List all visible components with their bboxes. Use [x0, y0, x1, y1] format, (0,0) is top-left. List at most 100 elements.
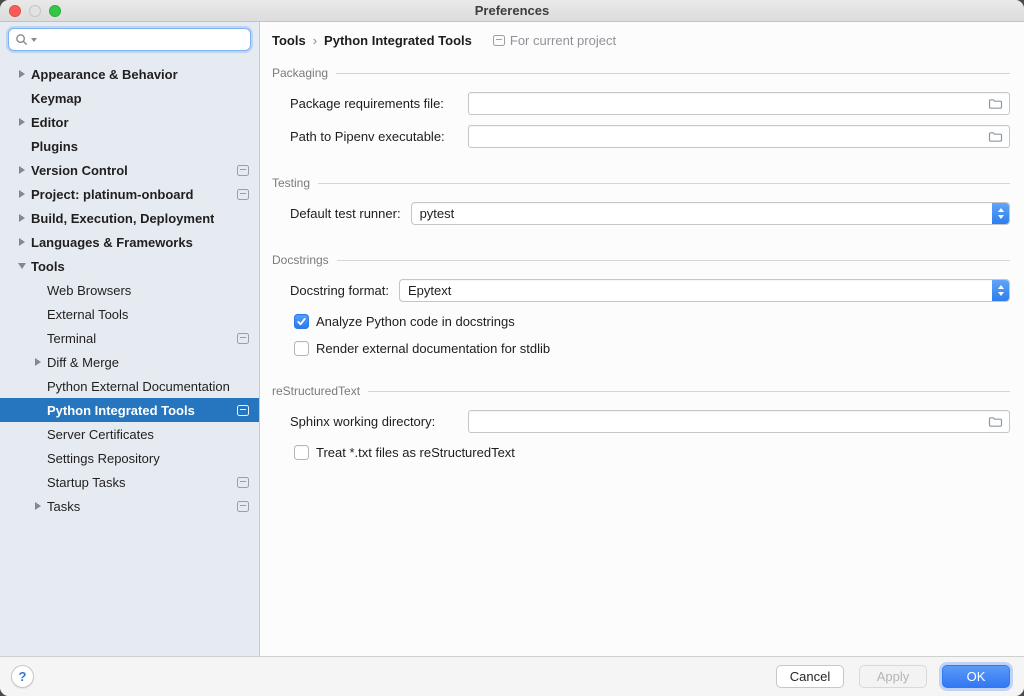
chevron-right-icon[interactable] [12, 238, 31, 246]
docstring-format-label: Docstring format: [290, 283, 389, 298]
package-requirements-field[interactable] [468, 92, 1010, 115]
chevron-right-icon[interactable] [12, 70, 31, 78]
sphinx-working-directory-label: Sphinx working directory: [290, 414, 458, 429]
section-title: reStructuredText [272, 384, 360, 398]
sidebar-item-appearance-behavior[interactable]: Appearance & Behavior [0, 62, 259, 86]
search-input[interactable] [40, 32, 244, 47]
titlebar: Preferences [0, 0, 1024, 22]
sidebar-item-editor[interactable]: Editor [0, 110, 259, 134]
sidebar-item-python-external-documentation[interactable]: Python External Documentation [0, 374, 259, 398]
cancel-button[interactable]: Cancel [776, 665, 844, 688]
section-divider [318, 183, 1010, 184]
help-button[interactable]: ? [11, 665, 34, 688]
per-project-settings-icon [237, 165, 249, 176]
footer-bar: ? Cancel Apply OK [0, 656, 1024, 696]
section-divider [336, 73, 1010, 74]
per-project-settings-icon [237, 501, 249, 512]
combo-stepper-icon[interactable] [992, 203, 1009, 224]
sidebar-item-tools[interactable]: Tools [0, 254, 259, 278]
close-window-button[interactable] [9, 5, 21, 17]
dialog-buttons: Cancel Apply OK [776, 665, 1010, 688]
sidebar-item-diff-merge[interactable]: Diff & Merge [0, 350, 259, 374]
default-test-runner-row: Default test runner: pytest [290, 202, 1010, 225]
selected-docstring-format: Epytext [408, 283, 992, 298]
section-title: Docstrings [272, 253, 329, 267]
sidebar-item-tasks[interactable]: Tasks [0, 494, 259, 518]
settings-content: Tools › Python Integrated Tools For curr… [260, 22, 1024, 656]
sidebar-item-startup-tasks[interactable]: Startup Tasks [0, 470, 259, 494]
window-title: Preferences [0, 3, 1024, 18]
default-test-runner-label: Default test runner: [290, 206, 401, 221]
default-test-runner-select[interactable]: pytest [411, 202, 1010, 225]
section-header-packaging: Packaging [272, 64, 1010, 82]
treat-txt-restructuredtext-checkbox-row[interactable]: Treat *.txt files as reStructuredText [294, 445, 1010, 460]
chevron-right-icon[interactable] [28, 358, 47, 366]
settings-search-field[interactable] [8, 28, 251, 51]
window-body: Appearance & Behavior Keymap Editor Plug… [0, 22, 1024, 656]
pipenv-executable-field[interactable] [468, 125, 1010, 148]
section-divider [337, 260, 1010, 261]
ok-button[interactable]: OK [942, 665, 1010, 688]
browse-folder-icon[interactable] [988, 416, 1003, 428]
fullscreen-window-button[interactable] [49, 5, 61, 17]
traffic-lights [9, 5, 61, 17]
chevron-right-icon[interactable] [12, 214, 31, 222]
sidebar-item-keymap[interactable]: Keymap [0, 86, 259, 110]
docstring-format-select[interactable]: Epytext [399, 279, 1010, 302]
sidebar-item-languages-frameworks[interactable]: Languages & Frameworks [0, 230, 259, 254]
pipenv-executable-row: Path to Pipenv executable: [290, 125, 1010, 148]
sidebar-item-python-integrated-tools[interactable]: Python Integrated Tools [0, 398, 259, 422]
for-current-project-label: For current project [510, 33, 616, 48]
checkbox-icon[interactable] [294, 341, 309, 356]
section-divider [368, 391, 1010, 392]
sidebar-item-build-execution-deployment[interactable]: Build, Execution, Deployment [0, 206, 259, 230]
per-project-settings-icon [237, 405, 249, 416]
minimize-window-button [29, 5, 41, 17]
render-external-docs-label: Render external documentation for stdlib [316, 341, 550, 356]
apply-button: Apply [859, 665, 927, 688]
section-header-testing: Testing [272, 174, 1010, 192]
render-external-docs-checkbox-row[interactable]: Render external documentation for stdlib [294, 341, 1010, 356]
chevron-right-icon[interactable] [12, 118, 31, 126]
chevron-right-icon[interactable] [12, 190, 31, 198]
section-header-docstrings: Docstrings [272, 251, 1010, 269]
sidebar-item-web-browsers[interactable]: Web Browsers [0, 278, 259, 302]
chevron-right-icon[interactable] [12, 166, 31, 174]
preferences-window: Preferences Appearance & Behavior [0, 0, 1024, 696]
combo-stepper-icon[interactable] [992, 280, 1009, 301]
chevron-right-icon[interactable] [28, 502, 47, 510]
chevron-down-icon[interactable] [12, 263, 31, 269]
sidebar-item-server-certificates[interactable]: Server Certificates [0, 422, 259, 446]
sphinx-working-directory-input[interactable] [475, 414, 988, 429]
analyze-python-docstrings-checkbox-row[interactable]: Analyze Python code in docstrings [294, 314, 1010, 329]
per-project-settings-icon [237, 477, 249, 488]
breadcrumb-separator-icon: › [313, 33, 317, 48]
pipenv-executable-input[interactable] [475, 129, 988, 144]
checkbox-icon[interactable] [294, 314, 309, 329]
package-requirements-input[interactable] [475, 96, 988, 111]
sidebar-item-project-platinum-onboard[interactable]: Project: platinum-onboard [0, 182, 259, 206]
checkbox-icon[interactable] [294, 445, 309, 460]
section-header-restructuredtext: reStructuredText [272, 382, 1010, 400]
package-requirements-row: Package requirements file: [290, 92, 1010, 115]
browse-folder-icon[interactable] [988, 131, 1003, 143]
search-options-caret-icon[interactable] [31, 38, 37, 42]
sphinx-working-directory-row: Sphinx working directory: [290, 410, 1010, 433]
sphinx-working-directory-field[interactable] [468, 410, 1010, 433]
sidebar-item-version-control[interactable]: Version Control [0, 158, 259, 182]
analyze-python-docstrings-label: Analyze Python code in docstrings [316, 314, 515, 329]
settings-sidebar: Appearance & Behavior Keymap Editor Plug… [0, 22, 260, 656]
sidebar-item-settings-repository[interactable]: Settings Repository [0, 446, 259, 470]
browse-folder-icon[interactable] [988, 98, 1003, 110]
breadcrumb-tools[interactable]: Tools [272, 33, 306, 48]
per-project-settings-icon [237, 189, 249, 200]
breadcrumb-current-page: Python Integrated Tools [324, 33, 472, 48]
package-requirements-label: Package requirements file: [290, 96, 458, 111]
sidebar-item-plugins[interactable]: Plugins [0, 134, 259, 158]
current-project-icon [493, 35, 505, 46]
treat-txt-restructuredtext-label: Treat *.txt files as reStructuredText [316, 445, 515, 460]
section-title: Testing [272, 176, 310, 190]
settings-tree: Appearance & Behavior Keymap Editor Plug… [0, 54, 259, 656]
sidebar-item-external-tools[interactable]: External Tools [0, 302, 259, 326]
sidebar-item-terminal[interactable]: Terminal [0, 326, 259, 350]
